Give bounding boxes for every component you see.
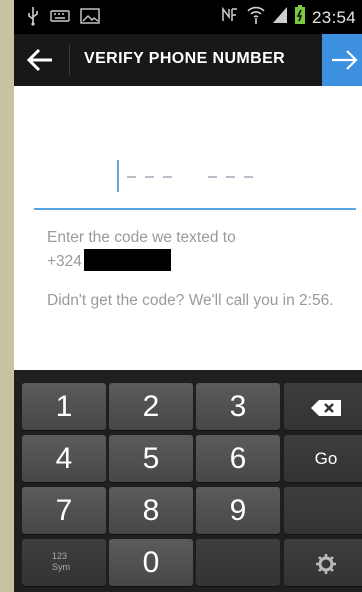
verification-code-input[interactable] (34, 146, 356, 210)
key-3[interactable]: 3 (196, 383, 280, 430)
code-digit-placeholder (145, 176, 154, 178)
arrow-left-icon (26, 48, 54, 77)
symbols-key-line2: Sym (52, 562, 70, 572)
backspace-icon (309, 390, 343, 423)
sent-message-text: Enter the code we texted to (47, 229, 236, 246)
code-digit-placeholder (163, 176, 172, 178)
nfc-icon (220, 6, 240, 28)
battery-icon (294, 5, 305, 30)
status-bar: 23:54 (14, 0, 362, 34)
usb-icon (26, 6, 40, 31)
back-button[interactable] (26, 47, 54, 73)
clock: 23:54 (311, 7, 356, 27)
code-digit-placeholder (244, 176, 253, 178)
key-2[interactable]: 2 (109, 383, 193, 430)
phone-screen: 23:54 VERIFY PHONE NUMBER Enter the code (14, 0, 362, 592)
redacted-phone-number (83, 249, 171, 271)
symbols-key[interactable]: 123 Sym (22, 539, 106, 586)
key-9[interactable]: 9 (196, 487, 280, 534)
wifi-icon (247, 5, 265, 30)
code-digit-placeholder (226, 176, 235, 178)
key-1[interactable]: 1 (22, 383, 106, 430)
page-title: VERIFY PHONE NUMBER (84, 50, 286, 67)
appbar-divider (69, 44, 70, 76)
numeric-keyboard: 1 2 3 4 5 6 Go 7 8 9 123 Sym 0 (14, 370, 362, 592)
key-0[interactable]: 0 (109, 539, 193, 586)
image-icon (80, 8, 100, 29)
backspace-key[interactable] (284, 383, 362, 430)
code-digit-placeholder (208, 176, 217, 178)
space-key[interactable] (196, 539, 280, 586)
app-bar: VERIFY PHONE NUMBER (14, 34, 362, 86)
gear-icon (315, 546, 337, 579)
key-7[interactable]: 7 (22, 487, 106, 534)
key-8[interactable]: 8 (109, 487, 193, 534)
settings-key[interactable] (284, 539, 362, 586)
key-5[interactable]: 5 (109, 435, 193, 482)
signal-icon (272, 6, 288, 29)
go-key[interactable]: Go (284, 435, 362, 482)
key-4[interactable]: 4 (22, 435, 106, 482)
code-digit-placeholder (127, 176, 136, 178)
blank-key (284, 487, 362, 534)
callback-message: Didn't get the code? We'll call you in 2… (47, 292, 334, 309)
key-6[interactable]: 6 (196, 435, 280, 482)
text-cursor (117, 160, 119, 192)
phone-number-prefix: +324 (47, 253, 82, 270)
keyboard-icon (50, 9, 70, 28)
sent-message: Enter the code we texted to +324 (47, 226, 347, 273)
next-button[interactable] (322, 34, 362, 86)
verification-content: Enter the code we texted to +324 Didn't … (14, 86, 362, 370)
symbols-key-line1: 123 (52, 551, 68, 561)
